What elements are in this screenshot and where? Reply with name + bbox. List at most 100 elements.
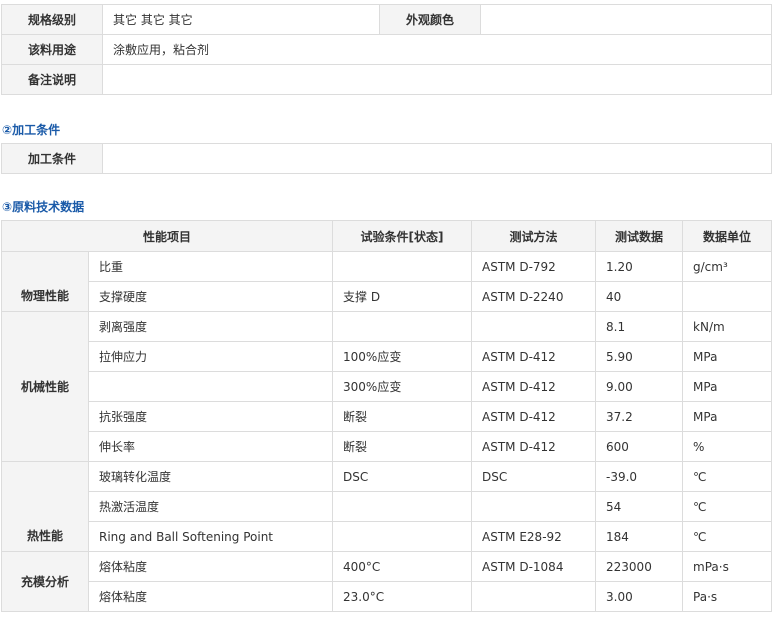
unit-cell — [682, 281, 773, 312]
property-cell: 玻璃转化温度 — [87, 461, 334, 492]
grade-label: 规格级别 — [1, 4, 103, 35]
property-cell: 熔体粘度 — [87, 581, 334, 612]
property-cell: 熔体粘度 — [87, 551, 334, 582]
unit-cell: kN/m — [682, 311, 773, 342]
condition-cell: DSC — [332, 461, 473, 492]
condition-cell: 23.0°C — [332, 581, 473, 612]
method-cell: ASTM D-1084 — [471, 551, 597, 582]
appearance-value — [480, 4, 772, 35]
unit-cell: ℃ — [682, 461, 773, 492]
header-property: 性能项目 — [0, 220, 334, 252]
remarks-label: 备注说明 — [1, 64, 103, 95]
property-cell: 抗张强度 — [87, 401, 334, 432]
method-cell: ASTM D-412 — [471, 371, 597, 402]
processing-heading: ②加工条件 — [2, 123, 61, 137]
property-cell: 比重 — [87, 251, 334, 282]
property-cell: 拉伸应力 — [87, 341, 334, 372]
table-row: 伸长率 断裂 ASTM D-412 600 % — [2, 431, 773, 462]
table-row: 充模分析 熔体粘度 400°C ASTM D-1084 223000 mPa·s — [1, 551, 773, 612]
method-cell — [471, 311, 597, 342]
condition-cell: 断裂 — [332, 401, 473, 432]
unit-cell: Pa·s — [682, 581, 773, 612]
property-cell: Ring and Ball Softening Point — [87, 521, 334, 552]
value-cell: 9.00 — [595, 371, 684, 402]
remarks-value — [102, 64, 772, 95]
table-row: 熔体粘度 23.0°C 3.00 Pa·s — [2, 581, 773, 612]
condition-cell — [332, 311, 473, 342]
header-method: 测试方法 — [471, 220, 597, 252]
unit-cell: % — [682, 431, 773, 462]
unit-cell: MPa — [682, 341, 773, 372]
condition-cell — [332, 491, 473, 522]
value-cell: 5.90 — [595, 341, 684, 372]
processing-label: 加工条件 — [1, 143, 103, 174]
value-cell: 223000 — [595, 551, 684, 582]
table-row: 支撑硬度 支撑 D ASTM D-2240 40 — [2, 281, 773, 312]
table-row: 抗张强度 断裂 ASTM D-412 37.2 MPa — [2, 401, 773, 432]
category-mold-filling: 充模分析 — [1, 551, 89, 612]
method-cell: DSC — [471, 461, 597, 492]
appearance-label: 外观颜色 — [379, 4, 481, 35]
method-cell: ASTM E28-92 — [471, 521, 597, 552]
usage-label: 该料用途 — [1, 34, 103, 65]
property-cell: 支撑硬度 — [87, 281, 334, 312]
technical-heading: ③原料技术数据 — [2, 200, 85, 214]
value-cell: -39.0 — [595, 461, 684, 492]
property-cell: 伸长率 — [87, 431, 334, 462]
method-cell: ASTM D-412 — [471, 431, 597, 462]
grade-value: 其它 其它 其它 — [102, 4, 380, 35]
value-cell: 37.2 — [595, 401, 684, 432]
header-condition: 试验条件[状态] — [332, 220, 473, 252]
method-cell: ASTM D-792 — [471, 251, 597, 282]
table-header-row: 性能项目 试验条件[状态] 测试方法 测试数据 数据单位 — [0, 220, 773, 252]
spec-table: 规格级别 其它 其它 其它 外观颜色 该料用途 涂敷应用，粘合剂 备注说明 — [1, 4, 772, 95]
processing-table: 加工条件 — [1, 143, 772, 174]
processing-row: 加工条件 — [1, 143, 772, 174]
method-cell — [471, 491, 597, 522]
value-cell: 8.1 — [595, 311, 684, 342]
table-row: 物理性能 比重 ASTM D-792 1.20 g/cm³ — [1, 251, 773, 312]
table-row: 300%应变 ASTM D-412 9.00 MPa — [2, 371, 773, 402]
method-cell: ASTM D-2240 — [471, 281, 597, 312]
table-row: Ring and Ball Softening Point ASTM E28-9… — [2, 521, 773, 552]
unit-cell: mPa·s — [682, 551, 773, 582]
spec-row-remarks: 备注说明 — [1, 64, 772, 95]
table-row: 热性能 玻璃转化温度 DSC DSC -39.0 ℃ — [1, 461, 773, 552]
condition-cell — [332, 521, 473, 552]
condition-cell: 100%应变 — [332, 341, 473, 372]
unit-cell: MPa — [682, 401, 773, 432]
category-physical: 物理性能 — [1, 251, 89, 312]
technical-data-table: 性能项目 试验条件[状态] 测试方法 测试数据 数据单位 物理性能 比重 AST… — [0, 220, 773, 612]
spec-row-usage: 该料用途 涂敷应用，粘合剂 — [1, 34, 772, 65]
usage-value: 涂敷应用，粘合剂 — [102, 34, 772, 65]
unit-cell: g/cm³ — [682, 251, 773, 282]
condition-cell — [332, 251, 473, 282]
method-cell — [471, 581, 597, 612]
value-cell: 40 — [595, 281, 684, 312]
table-row: 机械性能 剥离强度 8.1 kN/m — [1, 311, 773, 462]
method-cell: ASTM D-412 — [471, 341, 597, 372]
value-cell: 1.20 — [595, 251, 684, 282]
category-thermal: 热性能 — [1, 461, 89, 552]
spec-row-grade: 规格级别 其它 其它 其它 外观颜色 — [1, 4, 772, 35]
value-cell: 184 — [595, 521, 684, 552]
property-cell — [87, 371, 334, 402]
condition-cell: 支撑 D — [332, 281, 473, 312]
category-mechanical: 机械性能 — [1, 311, 89, 462]
property-cell: 热激活温度 — [87, 491, 334, 522]
header-value: 测试数据 — [595, 220, 684, 252]
condition-cell: 300%应变 — [332, 371, 473, 402]
value-cell: 54 — [595, 491, 684, 522]
value-cell: 600 — [595, 431, 684, 462]
header-unit: 数据单位 — [682, 220, 773, 252]
condition-cell: 400°C — [332, 551, 473, 582]
condition-cell: 断裂 — [332, 431, 473, 462]
unit-cell: ℃ — [682, 521, 773, 552]
unit-cell: ℃ — [682, 491, 773, 522]
property-cell: 剥离强度 — [87, 311, 334, 342]
table-row: 热激活温度 54 ℃ — [2, 491, 773, 522]
unit-cell: MPa — [682, 371, 773, 402]
table-row: 拉伸应力 100%应变 ASTM D-412 5.90 MPa — [2, 341, 773, 372]
value-cell: 3.00 — [595, 581, 684, 612]
method-cell: ASTM D-412 — [471, 401, 597, 432]
